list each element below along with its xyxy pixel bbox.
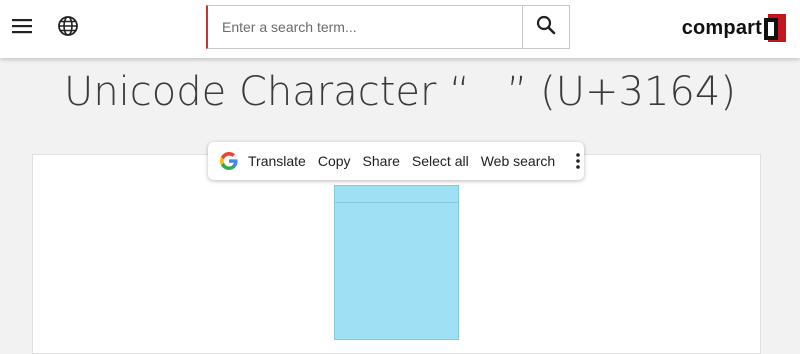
compart-logo[interactable]: compart: [682, 12, 788, 44]
share-action[interactable]: Share: [363, 153, 400, 169]
web-search-action[interactable]: Web search: [481, 153, 555, 169]
search-bar: [206, 5, 570, 49]
hamburger-menu-icon: [11, 17, 33, 40]
site-header: compart: [0, 0, 800, 58]
search-input[interactable]: [208, 6, 526, 48]
language-button[interactable]: [52, 12, 84, 44]
google-g-icon[interactable]: [220, 152, 238, 170]
search-icon: [536, 15, 556, 40]
page-title: Unicode Character “ㅤ” (U+3164): [64, 69, 736, 115]
more-vertical-icon[interactable]: [571, 146, 584, 176]
search-button[interactable]: [522, 6, 569, 48]
text-selection-toolbar: Translate Copy Share Select all Web sear…: [208, 142, 584, 180]
globe-icon: [57, 15, 79, 42]
character-glyph-box[interactable]: [334, 185, 459, 340]
glyph-baseline-divider: [335, 202, 458, 203]
logo-mark-icon: [764, 12, 788, 44]
select-all-action[interactable]: Select all: [412, 153, 469, 169]
menu-button[interactable]: [6, 12, 38, 44]
copy-action[interactable]: Copy: [318, 153, 351, 169]
logo-text: compart: [681, 16, 762, 39]
translate-action[interactable]: Translate: [248, 153, 306, 169]
